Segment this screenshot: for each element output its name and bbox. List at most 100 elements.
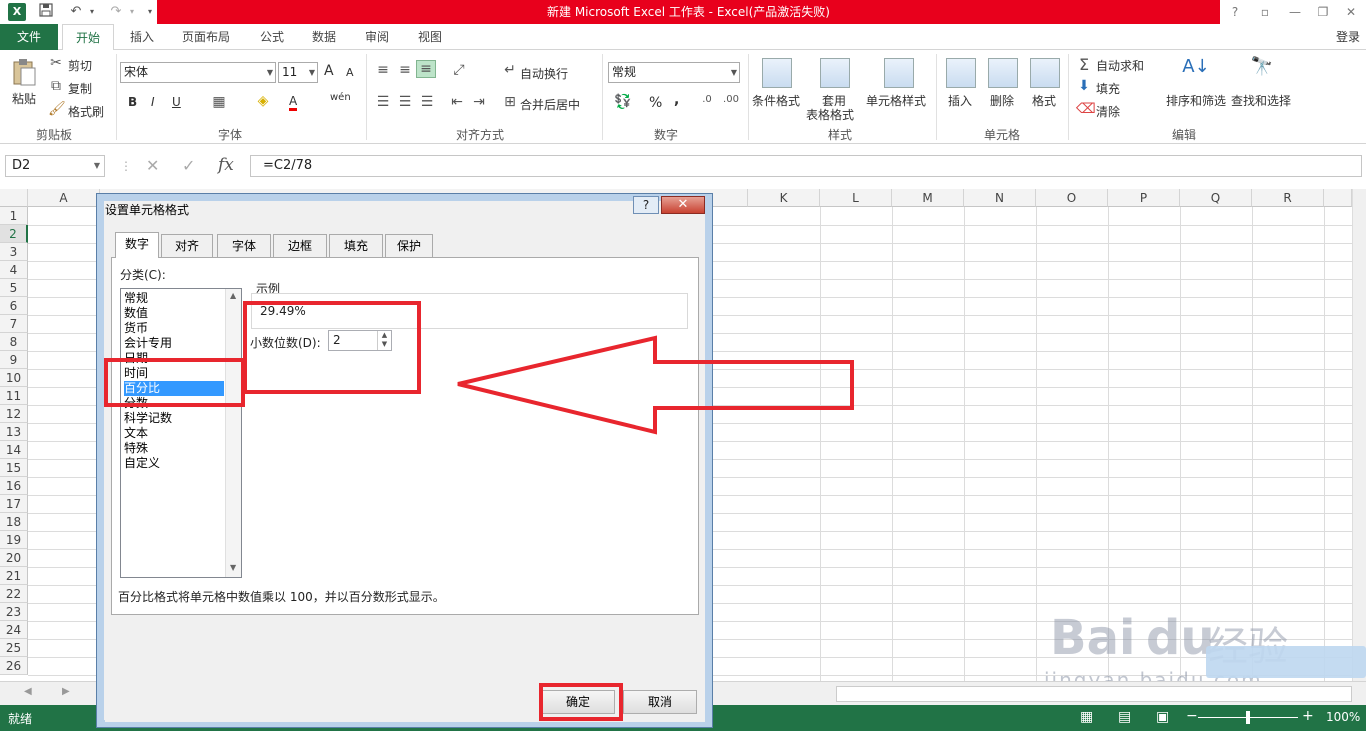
close-button[interactable]: ✕ <box>1338 2 1364 22</box>
decrease-indent-icon[interactable]: ⇤ <box>448 94 466 110</box>
row-header-26[interactable]: 26 <box>0 657 28 675</box>
number-format-combo[interactable]: 常规 ▼ <box>608 62 740 83</box>
shrink-font-button[interactable]: A <box>346 66 354 79</box>
align-middle-icon[interactable]: ≡ <box>396 62 414 78</box>
delete-cells-button[interactable]: 删除 <box>990 92 1014 109</box>
increase-decimal-icon[interactable]: .0 <box>698 94 716 105</box>
category-item-custom[interactable]: 自定义 <box>124 456 224 471</box>
font-color-button[interactable]: A <box>289 94 298 111</box>
row-header-7[interactable]: 7 <box>0 315 28 333</box>
align-right-icon[interactable]: ☰ <box>418 94 436 110</box>
row-header-20[interactable]: 20 <box>0 549 28 567</box>
row-header-11[interactable]: 11 <box>0 387 28 405</box>
column-header-o[interactable]: O <box>1036 189 1108 207</box>
find-select-button[interactable]: 查找和选择 <box>1231 92 1291 109</box>
prev-sheet-icon[interactable]: ◀ <box>24 686 32 697</box>
grow-font-button[interactable]: A <box>324 63 334 79</box>
increase-indent-icon[interactable]: ⇥ <box>470 94 488 110</box>
undo-dropdown-icon[interactable]: ▾ <box>86 3 98 21</box>
row-header-25[interactable]: 25 <box>0 639 28 657</box>
dialog-tab-border[interactable]: 边框 <box>273 234 327 257</box>
tab-page-layout[interactable]: 页面布局 <box>176 24 236 50</box>
normal-view-icon[interactable]: ▦ <box>1080 709 1093 725</box>
insert-cells-button[interactable]: 插入 <box>948 92 972 109</box>
row-header-5[interactable]: 5 <box>0 279 28 297</box>
clear-icon[interactable]: ⌫ <box>1076 101 1096 117</box>
orientation-icon[interactable]: ⤢ <box>448 62 470 78</box>
wrap-text-icon[interactable]: ↵ <box>502 62 518 78</box>
tab-insert[interactable]: 插入 <box>122 24 162 50</box>
column-header-l[interactable]: L <box>820 189 892 207</box>
paste-label[interactable]: 粘贴 <box>12 90 36 107</box>
next-sheet-icon[interactable]: ▶ <box>62 686 70 697</box>
format-painter-icon[interactable]: 🖌 <box>48 101 66 117</box>
insert-function-icon[interactable]: fx <box>218 155 234 175</box>
row-header-4[interactable]: 4 <box>0 261 28 279</box>
tab-formulas[interactable]: 公式 <box>252 24 292 50</box>
zoom-level[interactable]: 100% <box>1326 710 1360 724</box>
merge-center-button[interactable]: 合并后居中 <box>520 96 580 113</box>
ime-toolbar[interactable] <box>1206 646 1366 678</box>
category-item-currency[interactable]: 货币 <box>124 321 224 336</box>
conditional-format-button[interactable]: 条件格式 <box>752 92 800 109</box>
login-link[interactable]: 登录 <box>1330 24 1366 50</box>
maximize-button[interactable]: ❐ <box>1310 2 1336 22</box>
column-header-r[interactable]: R <box>1252 189 1324 207</box>
dialog-tab-fill[interactable]: 填充 <box>329 234 383 257</box>
decrease-decimal-icon[interactable]: .00 <box>722 94 740 105</box>
column-header-n[interactable]: N <box>964 189 1036 207</box>
dialog-close-button[interactable]: ✕ <box>661 196 705 214</box>
category-list-scrollbar[interactable]: ▲ ▼ <box>225 289 241 577</box>
copy-button[interactable]: 复制 <box>68 80 92 97</box>
category-list[interactable]: 常规 数值 货币 会计专用 日期 时间 百分比 分数 科学记数 文本 特殊 自定… <box>120 288 242 578</box>
formula-input[interactable]: =C2/78 <box>250 155 1362 177</box>
dialog-tab-font[interactable]: 字体 <box>217 234 271 257</box>
row-header-22[interactable]: 22 <box>0 585 28 603</box>
drag-handle-icon[interactable]: ⋮ <box>120 159 132 173</box>
dialog-help-button[interactable]: ? <box>633 196 659 214</box>
format-cells-button[interactable]: 格式 <box>1032 92 1056 109</box>
comma-style-button[interactable]: , <box>674 92 679 108</box>
page-break-view-icon[interactable]: ▣ <box>1156 709 1169 725</box>
page-layout-view-icon[interactable]: ▤ <box>1118 709 1131 725</box>
sort-filter-icon[interactable]: A↓ <box>1180 56 1212 88</box>
category-item-general[interactable]: 常规 <box>124 291 224 306</box>
cancel-button[interactable]: 取消 <box>623 690 697 714</box>
name-box[interactable]: D2 ▼ <box>5 155 105 177</box>
copy-icon[interactable]: ⧉ <box>48 78 64 94</box>
format-as-table-icon[interactable] <box>820 58 850 88</box>
row-header-15[interactable]: 15 <box>0 459 28 477</box>
tab-review[interactable]: 审阅 <box>357 24 397 50</box>
row-header-10[interactable]: 10 <box>0 369 28 387</box>
row-header-18[interactable]: 18 <box>0 513 28 531</box>
cancel-entry-icon[interactable]: ✕ <box>146 156 159 175</box>
minimize-button[interactable]: — <box>1282 2 1308 22</box>
autosum-button[interactable]: 自动求和 <box>1096 57 1144 74</box>
italic-button[interactable]: I <box>151 95 155 109</box>
bold-button[interactable]: B <box>128 95 137 109</box>
underline-button[interactable]: U <box>172 95 181 109</box>
row-header-12[interactable]: 12 <box>0 405 28 423</box>
cell-styles-icon[interactable] <box>884 58 914 88</box>
format-cells-icon[interactable] <box>1030 58 1060 88</box>
row-header-3[interactable]: 3 <box>0 243 28 261</box>
save-icon[interactable] <box>36 3 56 21</box>
horizontal-scrollbar[interactable] <box>836 686 1352 702</box>
column-header-m[interactable]: M <box>892 189 964 207</box>
dialog-tab-alignment[interactable]: 对齐 <box>161 234 213 257</box>
column-header-a[interactable]: A <box>28 189 100 207</box>
select-all-corner[interactable] <box>0 189 28 207</box>
tab-view[interactable]: 视图 <box>410 24 450 50</box>
fill-icon[interactable]: ⬇ <box>1076 78 1092 94</box>
format-painter-button[interactable]: 格式刷 <box>68 103 104 120</box>
column-header-k[interactable]: K <box>748 189 820 207</box>
row-header-2[interactable]: 2 <box>0 225 28 243</box>
sort-filter-button[interactable]: 排序和筛选 <box>1166 92 1226 109</box>
border-icon[interactable]: ▦ <box>210 94 228 110</box>
row-header-24[interactable]: 24 <box>0 621 28 639</box>
dialog-tab-number[interactable]: 数字 <box>115 232 159 258</box>
category-item-special[interactable]: 特殊 <box>124 441 224 456</box>
column-header-q[interactable]: Q <box>1180 189 1252 207</box>
category-item-text[interactable]: 文本 <box>124 426 224 441</box>
category-item-number[interactable]: 数值 <box>124 306 224 321</box>
